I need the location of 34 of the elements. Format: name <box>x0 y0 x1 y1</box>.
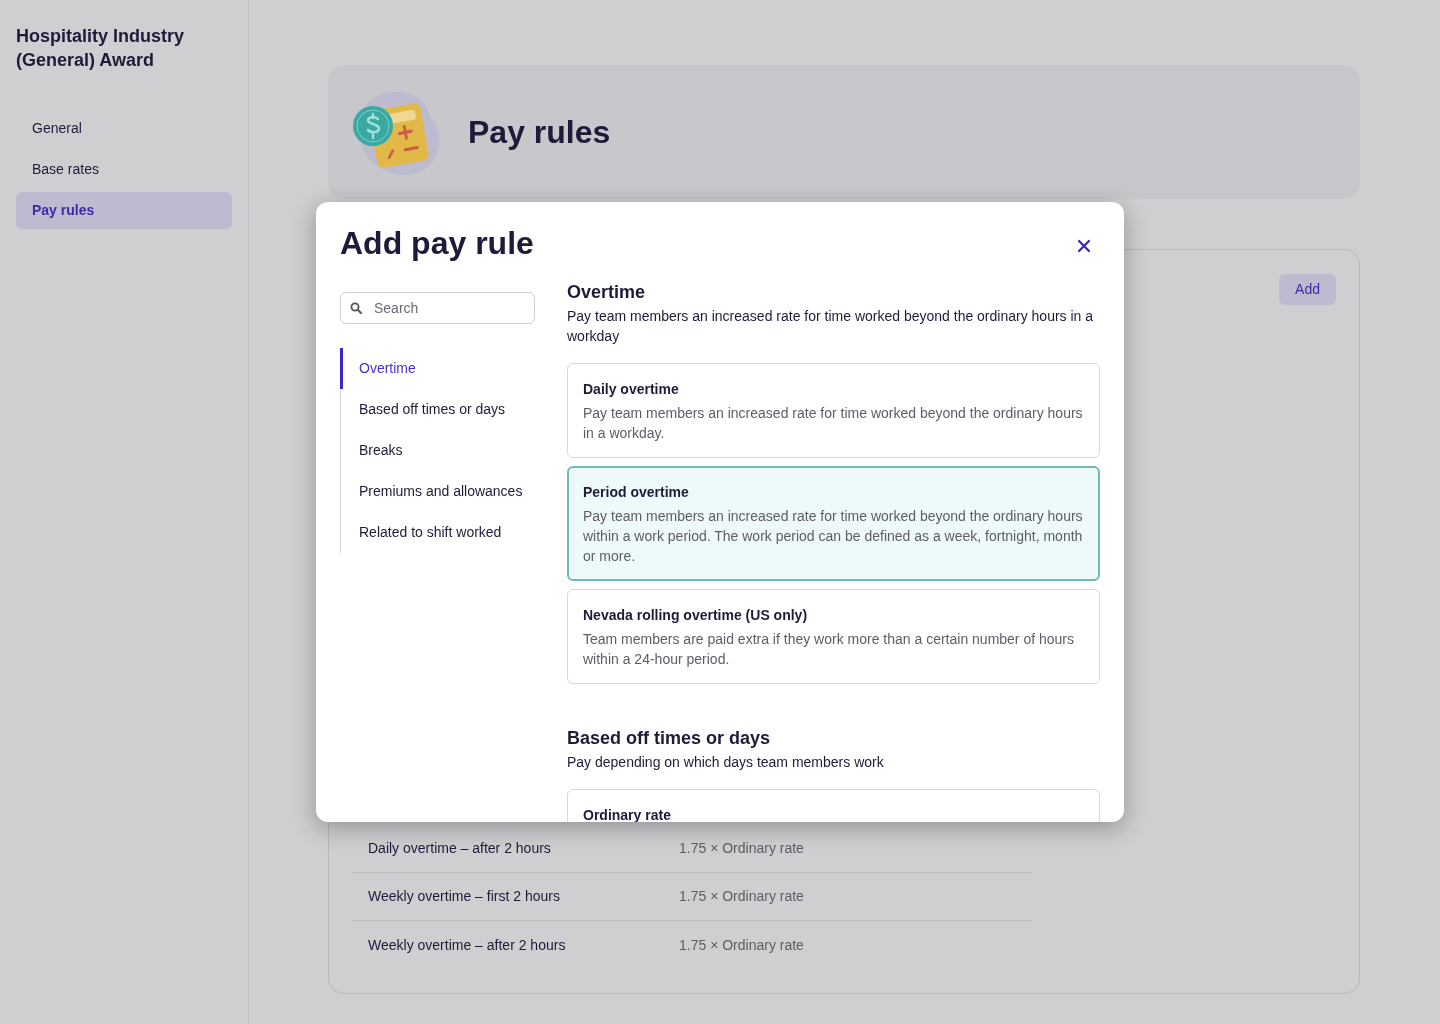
rule-option[interactable]: Daily overtime Pay team members an increased rate for time worked beyond the ordinary hours in a workday. <box>567 363 1100 458</box>
category-link[interactable]: Breaks <box>340 430 535 472</box>
award-title: Hospitality Industry (General) Award <box>16 25 186 72</box>
sidebar-item[interactable]: Pay rules <box>16 192 232 229</box>
section-title: Based off times or days <box>567 728 772 750</box>
sidebar-item[interactable]: General <box>16 110 232 147</box>
table-cell-text: 1.75 × Ordinary rate <box>679 887 804 906</box>
table-cell-text: Weekly overtime – first 2 hours <box>368 887 561 906</box>
rule-option[interactable]: Nevada rolling overtime (US only) Team members are paid extra if they work more than a certain number of hours within a 24-hour period. <box>567 589 1100 684</box>
section-title: Overtime <box>567 282 647 304</box>
table-cell-text: Weekly overtime – after 2 hours <box>368 935 567 955</box>
table-cell-text: Daily overtime – after 2 hours <box>368 839 552 858</box>
page-title: Pay rules <box>468 112 611 152</box>
add-button[interactable]: Add <box>1279 274 1336 305</box>
rule-option[interactable]: Period overtime Pay team members an increased rate for time worked beyond the ordinary hours within a work period. The work period can be defined as a week, fortnight, month or more. <box>567 466 1100 581</box>
table-cell-text: 1.75 × Ordinary rate <box>679 935 804 955</box>
option-title: Daily overtime <box>583 380 680 399</box>
option-description: Pay team members an increased rate for time worked beyond the ordinary hours in a workday. <box>583 404 1084 443</box>
option-description: Pay team members an increased rate for time worked beyond the ordinary hours within a work period. The work period can be defined as a week, fortnight, month or more. <box>583 507 1084 566</box>
section-description: Pay depending on which days team members work <box>567 752 885 772</box>
sidebar-item[interactable]: Base rates <box>16 151 232 188</box>
category-link[interactable]: Based off times or days <box>340 389 535 431</box>
option-title: Period overtime <box>583 483 690 502</box>
rule-option[interactable]: Ordinary rate <box>567 788 1100 822</box>
category-link[interactable]: Premiums and allowances <box>340 471 535 513</box>
modal-title: Add pay rule <box>340 224 534 263</box>
category-link[interactable]: Overtime <box>340 348 535 390</box>
search-field[interactable]: Search <box>340 292 535 325</box>
option-title: Nevada rolling overtime (US only) <box>583 606 809 625</box>
option-title: Ordinary rate <box>583 805 672 822</box>
option-description: Team members are paid extra if they work more than a certain number of hours within a 24-hour period. <box>583 630 1075 669</box>
table-cell-text: 1.75 × Ordinary rate <box>679 839 804 858</box>
section-description: Pay team members an increased rate for time worked beyond the ordinary hours in a workday <box>567 307 1095 346</box>
category-link[interactable]: Related to shift worked <box>340 512 535 554</box>
